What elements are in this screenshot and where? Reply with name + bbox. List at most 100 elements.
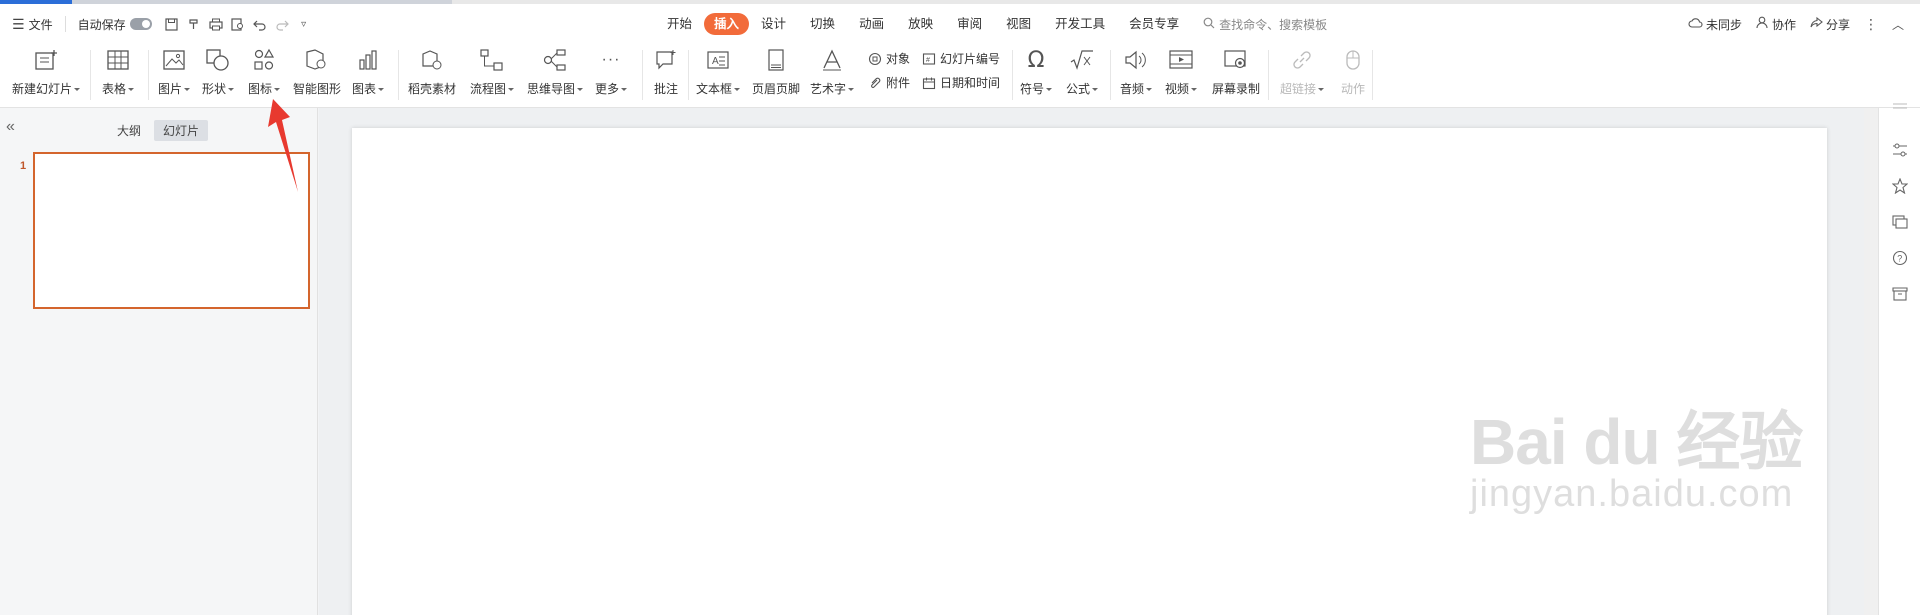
- tab-developer[interactable]: 开发工具: [1043, 13, 1117, 35]
- tab-insert[interactable]: 插入: [704, 13, 750, 35]
- attachment-button[interactable]: 附件: [868, 74, 910, 91]
- slide-number-button[interactable]: # 幻灯片编号: [922, 50, 1000, 67]
- wordart-button[interactable]: 艺术字: [810, 44, 854, 108]
- slide-editor[interactable]: [352, 128, 1827, 615]
- tab-member[interactable]: 会员专享: [1117, 13, 1191, 35]
- paperclip-icon: [868, 76, 882, 90]
- chart-icon: [354, 46, 382, 74]
- mindmap-button[interactable]: 思维导图: [527, 44, 583, 108]
- smart-graphic-button[interactable]: 智能图形: [293, 44, 341, 108]
- more-dots-icon: ···: [601, 51, 621, 68]
- hamburger-icon: ☰: [12, 15, 25, 32]
- new-slide-button[interactable]: 新建幻灯片: [12, 44, 80, 108]
- star-magic-icon[interactable]: [1890, 176, 1910, 196]
- symbol-label: 符号: [1020, 80, 1052, 97]
- hyperlink-button[interactable]: 超链接: [1280, 44, 1324, 108]
- file-menu[interactable]: ☰ 文件: [12, 16, 53, 33]
- tab-outline[interactable]: 大纲: [108, 120, 150, 141]
- autosave-toggle[interactable]: 自动保存: [78, 16, 152, 33]
- mindmap-label: 思维导图: [527, 80, 583, 97]
- share-button[interactable]: 分享: [1810, 16, 1850, 33]
- screen-record-button[interactable]: 屏幕录制: [1212, 44, 1260, 108]
- picture-button[interactable]: 图片: [158, 44, 190, 108]
- wordart-label: 艺术字: [810, 80, 854, 97]
- formula-button[interactable]: 公式: [1066, 44, 1098, 108]
- slide-thumbnail[interactable]: [33, 152, 310, 309]
- collab-button[interactable]: 协作: [1756, 16, 1796, 33]
- search-icon: [1203, 17, 1215, 32]
- file-menu-label: 文件: [28, 17, 53, 32]
- header-footer-button[interactable]: 页眉页脚: [752, 44, 800, 108]
- sync-status-button[interactable]: 未同步: [1688, 16, 1742, 33]
- mouse-icon: [1339, 46, 1367, 74]
- shape-icon: [204, 46, 232, 74]
- flowchart-label: 流程图: [470, 80, 514, 97]
- icon-library-button[interactable]: 图标: [248, 44, 280, 108]
- customize-quickaccess-icon[interactable]: ▿: [296, 16, 312, 32]
- symbol-button[interactable]: Ω 符号: [1020, 44, 1052, 108]
- collab-label: 协作: [1771, 17, 1796, 32]
- object-button[interactable]: 对象: [868, 50, 910, 67]
- header-footer-label: 页眉页脚: [752, 82, 801, 96]
- action-button[interactable]: 动作: [1339, 44, 1367, 108]
- tab-transition[interactable]: 切换: [798, 13, 847, 35]
- insert-ribbon: 新建幻灯片 表格 图片 形状 图标 智能图形 图表 稻壳素材 流程图 思维导图 …: [0, 44, 1920, 108]
- print-preview-icon[interactable]: [230, 16, 246, 32]
- comment-button[interactable]: 批注: [652, 44, 680, 108]
- tab-slideshow[interactable]: 放映: [896, 13, 945, 35]
- calendar-icon: [922, 76, 936, 90]
- picture-icon: [160, 46, 188, 74]
- textbox-icon: A: [704, 46, 732, 74]
- action-label: 动作: [1340, 82, 1365, 96]
- menu-bar: ☰ 文件 自动保存 ▿ 开始 插入 设计 切换 动画 放映 审阅 视图 开发工具…: [0, 4, 1920, 44]
- textbox-button[interactable]: A 文本框: [696, 44, 740, 108]
- material-label: 稻壳素材: [408, 82, 457, 96]
- toggle-switch-icon: [129, 18, 152, 30]
- collapse-panel-icon[interactable]: «: [6, 118, 15, 136]
- header-footer-icon: [762, 46, 790, 74]
- table-button[interactable]: 表格: [102, 44, 134, 108]
- redo-icon[interactable]: [274, 16, 290, 32]
- more-options-icon[interactable]: ⋮: [1864, 16, 1878, 33]
- help-icon[interactable]: ?: [1890, 248, 1910, 268]
- tab-animation[interactable]: 动画: [847, 13, 896, 35]
- chart-button[interactable]: 图表: [352, 44, 384, 108]
- audio-button[interactable]: 音频: [1120, 44, 1152, 108]
- archive-box-icon[interactable]: [1890, 284, 1910, 304]
- audio-label: 音频: [1120, 80, 1152, 97]
- drag-handle-icon[interactable]: [1890, 96, 1910, 116]
- link-icon: [1288, 46, 1316, 74]
- screen-record-label: 屏幕录制: [1212, 82, 1261, 96]
- date-time-label: 日期和时间: [940, 76, 1001, 90]
- collapse-ribbon-icon[interactable]: ︿: [1892, 16, 1904, 33]
- adjust-settings-icon[interactable]: [1890, 140, 1910, 160]
- more-label: 更多: [595, 80, 627, 97]
- command-search[interactable]: 查找命令、搜索模板: [1203, 16, 1327, 33]
- video-label: 视频: [1165, 80, 1197, 97]
- video-button[interactable]: 视频: [1165, 44, 1197, 108]
- icon-library-label: 图标: [248, 80, 280, 97]
- ribbon-tabs: 开始 插入 设计 切换 动画 放映 审阅 视图 开发工具 会员专享 查找命令、搜…: [655, 4, 1327, 44]
- material-icon: [418, 46, 446, 74]
- format-painter-icon[interactable]: [186, 16, 202, 32]
- slide-number-icon: #: [922, 52, 936, 66]
- slides-switch-icon[interactable]: [1890, 212, 1910, 232]
- date-time-button[interactable]: 日期和时间: [922, 74, 1000, 91]
- tab-start[interactable]: 开始: [655, 13, 704, 35]
- undo-icon[interactable]: [252, 16, 268, 32]
- more-button[interactable]: ··· 更多: [595, 44, 627, 108]
- tab-review[interactable]: 审阅: [945, 13, 994, 35]
- material-button[interactable]: 稻壳素材: [408, 44, 456, 108]
- shape-button[interactable]: 形状: [202, 44, 234, 108]
- svg-text:?: ?: [1897, 254, 1902, 264]
- print-icon[interactable]: [208, 16, 224, 32]
- flowchart-button[interactable]: 流程图: [470, 44, 514, 108]
- vertical-scrollbar[interactable]: [1864, 108, 1878, 615]
- save-icon[interactable]: [164, 16, 180, 32]
- tab-slides[interactable]: 幻灯片: [154, 120, 209, 141]
- comment-icon: [652, 46, 680, 74]
- tab-design[interactable]: 设计: [749, 13, 798, 35]
- tab-view[interactable]: 视图: [994, 13, 1043, 35]
- omega-icon: Ω: [1027, 47, 1045, 73]
- smart-graphic-label: 智能图形: [293, 82, 342, 96]
